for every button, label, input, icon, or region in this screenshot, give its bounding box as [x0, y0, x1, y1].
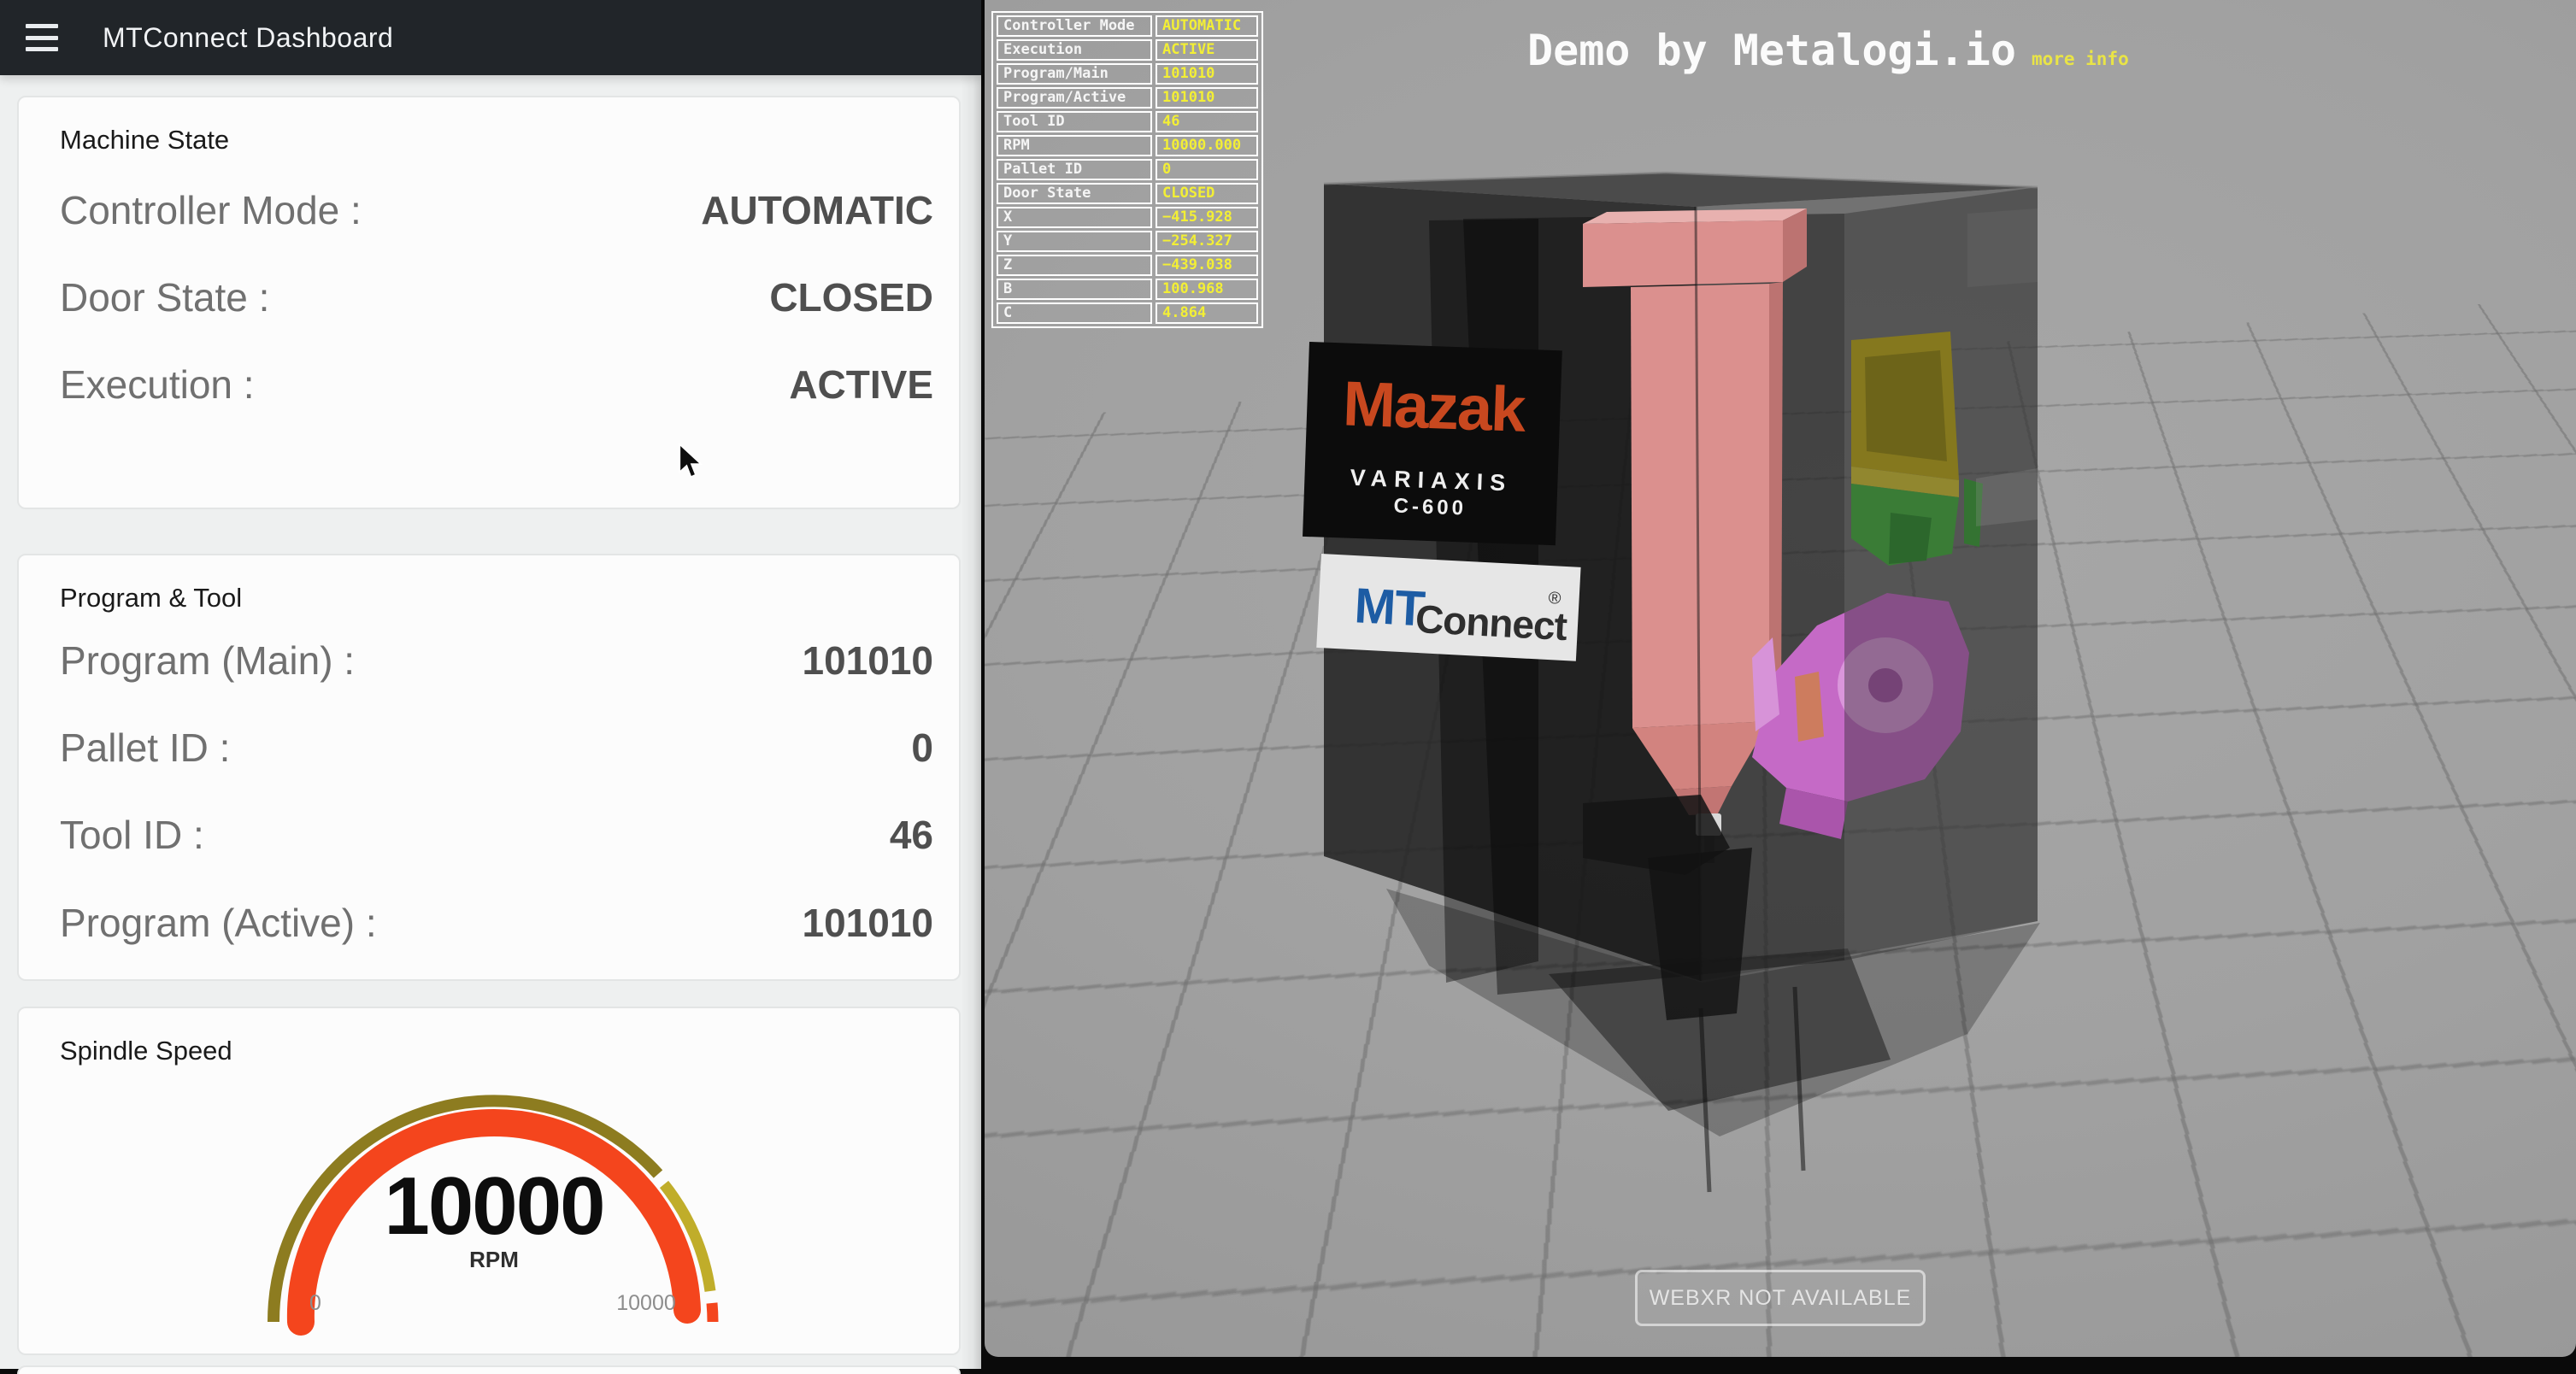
status-value: AUTOMATIC [1156, 15, 1258, 37]
row-value: ACTIVE [789, 361, 933, 408]
app-title: MTConnect Dashboard [103, 22, 393, 54]
status-value: −439.038 [1156, 255, 1258, 276]
status-value: 100.968 [1156, 279, 1258, 300]
gauge-unit: RPM [233, 1247, 755, 1273]
execution-row: Execution : ACTIVE [60, 361, 933, 408]
gauge-min-label: 0 [309, 1291, 321, 1316]
row-label: Program (Active) : [60, 900, 377, 946]
table-row: Pallet ID0 [997, 159, 1258, 180]
card-title: Program & Tool [60, 583, 242, 614]
status-key: C [997, 302, 1152, 324]
spindle-gauge: 10000 RPM 0 10000 [233, 1074, 755, 1356]
demo-title: Demo by Metalogi.io [1527, 26, 2016, 75]
table-row: Controller ModeAUTOMATIC [997, 15, 1258, 37]
row-label: Door State : [60, 274, 269, 320]
mtconnect-logo-plate: MT Connect ® [1316, 554, 1580, 661]
tool-id-row: Tool ID : 46 [60, 812, 933, 858]
controller-mode-row: Controller Mode : AUTOMATIC [60, 187, 933, 233]
machine-3d-viewport[interactable]: Mazak VARIAXIS C-600 MT Connect ® Contro… [985, 0, 2576, 1357]
program-main-row: Program (Main) : 101010 [60, 637, 933, 684]
table-row: Tool ID46 [997, 111, 1258, 132]
row-value: AUTOMATIC [701, 187, 933, 233]
machine-status-table: Controller ModeAUTOMATIC ExecutionACTIVE… [991, 11, 1263, 328]
status-value: 4.864 [1156, 302, 1258, 324]
row-label: Controller Mode : [60, 187, 362, 233]
gauge-max-label: 10000 [616, 1291, 676, 1316]
more-info-link[interactable]: more info [2032, 49, 2129, 69]
card-title: Machine State [60, 125, 229, 156]
status-key: B [997, 279, 1152, 300]
row-label: Pallet ID : [60, 725, 230, 771]
status-key: Program/Main [997, 63, 1152, 85]
status-key: X [997, 207, 1152, 228]
status-key: Door State [997, 183, 1152, 204]
table-row: X−415.928 [997, 207, 1258, 228]
status-key: RPM [997, 135, 1152, 156]
mazak-logo-plate: Mazak VARIAXIS C-600 [1303, 342, 1562, 545]
table-row: B100.968 [997, 279, 1258, 300]
app-header: MTConnect Dashboard [0, 0, 981, 75]
demo-title-block: Demo by Metalogi.io more info [1527, 26, 2129, 75]
status-key: Y [997, 231, 1152, 252]
spindle-speed-card: Spindle Speed 10000 RPM 0 10000 [17, 1007, 961, 1355]
table-row: Program/Main101010 [997, 63, 1258, 85]
mtconnect-reg-mark: ® [1548, 589, 1561, 608]
next-card-sliver [17, 1365, 961, 1374]
webxr-button[interactable]: WEBXR NOT AVAILABLE [1635, 1270, 1926, 1326]
table-row: Y−254.327 [997, 231, 1258, 252]
status-key: Tool ID [997, 111, 1152, 132]
mtconnect-connect-text: Connect [1414, 596, 1568, 649]
door-state-row: Door State : CLOSED [60, 274, 933, 320]
status-value: CLOSED [1156, 183, 1258, 204]
row-value: 0 [911, 725, 933, 771]
gauge-value: 10000 [233, 1160, 755, 1254]
status-key: Execution [997, 39, 1152, 61]
row-label: Execution : [60, 361, 255, 408]
status-value: 46 [1156, 111, 1258, 132]
row-value: 46 [890, 812, 933, 858]
card-title: Spindle Speed [60, 1036, 232, 1066]
row-label: Tool ID : [60, 812, 204, 858]
status-key: Controller Mode [997, 15, 1152, 37]
table-row: ExecutionACTIVE [997, 39, 1258, 61]
menu-icon[interactable] [26, 24, 58, 51]
status-key: Program/Active [997, 87, 1152, 109]
dashboard-pane: MTConnect Dashboard Machine State Contro… [0, 0, 981, 1369]
status-value: 0 [1156, 159, 1258, 180]
row-value: CLOSED [769, 274, 933, 320]
table-row: C4.864 [997, 302, 1258, 324]
scrollbar-gutter[interactable] [961, 75, 981, 1369]
table-row: Program/Active101010 [997, 87, 1258, 109]
program-tool-card: Program & Tool Program (Main) : 101010 P… [17, 554, 961, 981]
mazak-model-number: C-600 [1393, 495, 1467, 520]
row-value: 101010 [803, 637, 934, 684]
status-value: −415.928 [1156, 207, 1258, 228]
status-key: Pallet ID [997, 159, 1152, 180]
table-row: Z−439.038 [997, 255, 1258, 276]
status-value: 10000.000 [1156, 135, 1258, 156]
status-value: 101010 [1156, 87, 1258, 109]
row-value: 101010 [803, 900, 934, 946]
status-key: Z [997, 255, 1152, 276]
status-value: ACTIVE [1156, 39, 1258, 61]
pallet-id-row: Pallet ID : 0 [60, 725, 933, 771]
table-row: Door StateCLOSED [997, 183, 1258, 204]
status-value: −254.327 [1156, 231, 1258, 252]
mouse-cursor [679, 443, 704, 480]
row-label: Program (Main) : [60, 637, 355, 684]
mazak-brand-text: Mazak [1342, 367, 1528, 444]
machine-state-card: Machine State Controller Mode : AUTOMATI… [17, 96, 961, 509]
table-row: RPM10000.000 [997, 135, 1258, 156]
status-value: 101010 [1156, 63, 1258, 85]
program-active-row: Program (Active) : 101010 [60, 900, 933, 946]
